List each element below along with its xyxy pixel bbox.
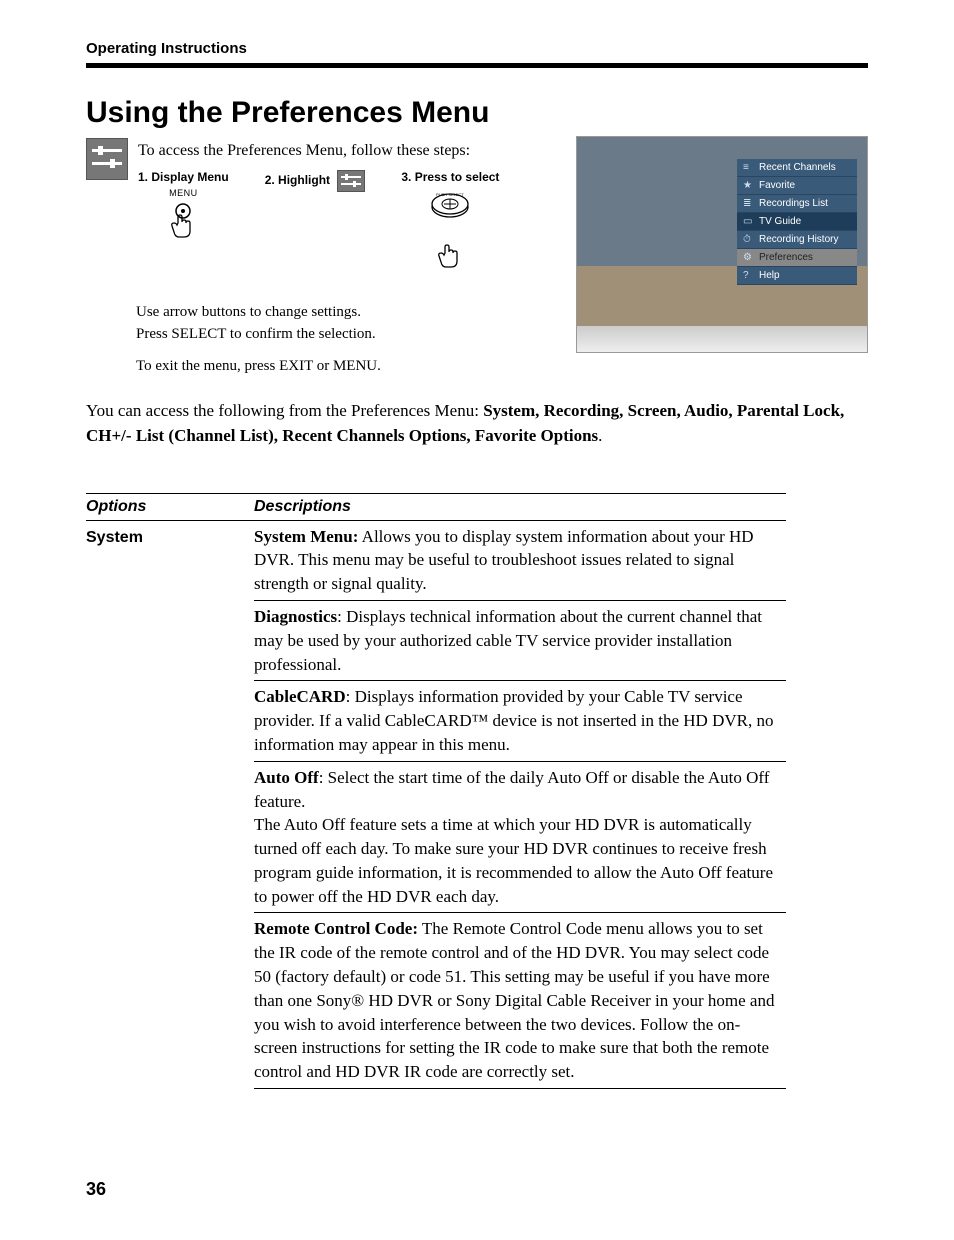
instruction-area: To access the Preferences Menu, follow t… (86, 136, 868, 377)
step-2: 2. Highlight (265, 170, 366, 278)
recent-icon: ≡ (743, 163, 753, 173)
page-title: Using the Preferences Menu (86, 96, 868, 130)
step-1-label: 1. Display Menu (138, 170, 229, 184)
onscreen-menu-screenshot: ≡ Recent Channels ★ Favorite ≣ Recordings L… (576, 136, 868, 353)
section-header: Operating Instructions (86, 40, 868, 63)
desc-auto-off: Auto Off: Select the start time of the d… (254, 761, 786, 913)
step-1-sub: MENU (169, 188, 198, 198)
desc-remote-control-code: Remote Control Code: The Remote Control … (254, 913, 786, 1089)
column-header-descriptions: Descriptions (254, 493, 786, 520)
guide-icon: ▭ (743, 217, 753, 227)
header-rule (86, 63, 868, 68)
menu-item-preferences: ⚙ Preferences (737, 249, 857, 267)
step-1: 1. Display Menu MENU (138, 170, 229, 278)
onscreen-menu: ≡ Recent Channels ★ Favorite ≣ Recordings L… (737, 159, 857, 285)
exit-note: To exit the menu, press EXIT or MENU. (136, 356, 552, 378)
menu-item-label: Recent Channels (759, 162, 836, 173)
desc-text: : Select the start time of the daily Aut… (254, 768, 769, 811)
list-icon: ≣ (743, 199, 753, 209)
desc-cablecard: CableCARD: Displays information provided… (254, 681, 786, 761)
intro-paragraph: You can access the following from the Pr… (86, 399, 868, 448)
desc-diagnostics: Diagnostics: Displays technical informat… (254, 600, 786, 680)
hand-press-icon (163, 202, 203, 248)
desc-bold: CableCARD (254, 687, 346, 706)
desc-extra: The Auto Off feature sets a time at whic… (254, 815, 773, 905)
menu-item-recent-channels: ≡ Recent Channels (737, 159, 857, 177)
desc-bold: System Menu: (254, 527, 358, 546)
page-number: 36 (86, 1179, 868, 1200)
menu-item-label: Recording History (759, 234, 838, 245)
step-3-label: 3. Press to select (401, 170, 499, 184)
prefs-icon: ⚙ (743, 253, 753, 263)
history-icon: ⏱ (743, 235, 753, 245)
instruction-notes: Use arrow buttons to change settings. Pr… (136, 302, 552, 377)
instruction-left: To access the Preferences Menu, follow t… (86, 136, 552, 377)
tv-bottom-bar (577, 326, 867, 352)
preferences-slider-icon-small (337, 170, 365, 192)
menu-item-favorite: ★ Favorite (737, 177, 857, 195)
intro-tail: . (598, 426, 602, 445)
arrow-note-2: Press SELECT to confirm the selection. (136, 324, 552, 346)
menu-item-recording-history: ⏱ Recording History (737, 231, 857, 249)
menu-item-tv-guide: ▭ TV Guide (737, 213, 857, 231)
desc-bold: Remote Control Code: (254, 919, 418, 938)
column-header-options: Options (86, 493, 254, 520)
hand-press-icon (430, 232, 470, 278)
push-select-dial-icon: PUSH SELECT (430, 188, 470, 228)
menu-item-label: TV Guide (759, 216, 801, 227)
menu-item-label: Favorite (759, 180, 795, 191)
desc-system-menu: System Menu: Allows you to display syste… (254, 520, 786, 600)
svg-text:PUSH SELECT: PUSH SELECT (437, 193, 465, 197)
arrow-note-1: Use arrow buttons to change settings. (136, 302, 552, 324)
menu-item-help: ? Help (737, 267, 857, 285)
desc-text: The Remote Control Code menu allows you … (254, 919, 774, 1081)
intro-lead: You can access the following from the Pr… (86, 401, 483, 420)
star-icon: ★ (743, 181, 753, 191)
help-icon: ? (743, 271, 753, 281)
menu-item-label: Recordings List (759, 198, 828, 209)
menu-item-label: Preferences (759, 252, 813, 263)
preferences-slider-icon (86, 138, 128, 180)
options-table: Options Descriptions System System Menu:… (86, 493, 786, 1090)
desc-bold: Diagnostics (254, 607, 337, 626)
access-line: To access the Preferences Menu, follow t… (138, 142, 552, 160)
desc-bold: Auto Off (254, 768, 319, 787)
step-3: 3. Press to select (401, 170, 499, 278)
step-2-label: 2. Highlight (265, 170, 366, 192)
menu-item-label: Help (759, 270, 780, 281)
menu-item-recordings-list: ≣ Recordings List (737, 195, 857, 213)
option-name-system: System (86, 529, 143, 546)
